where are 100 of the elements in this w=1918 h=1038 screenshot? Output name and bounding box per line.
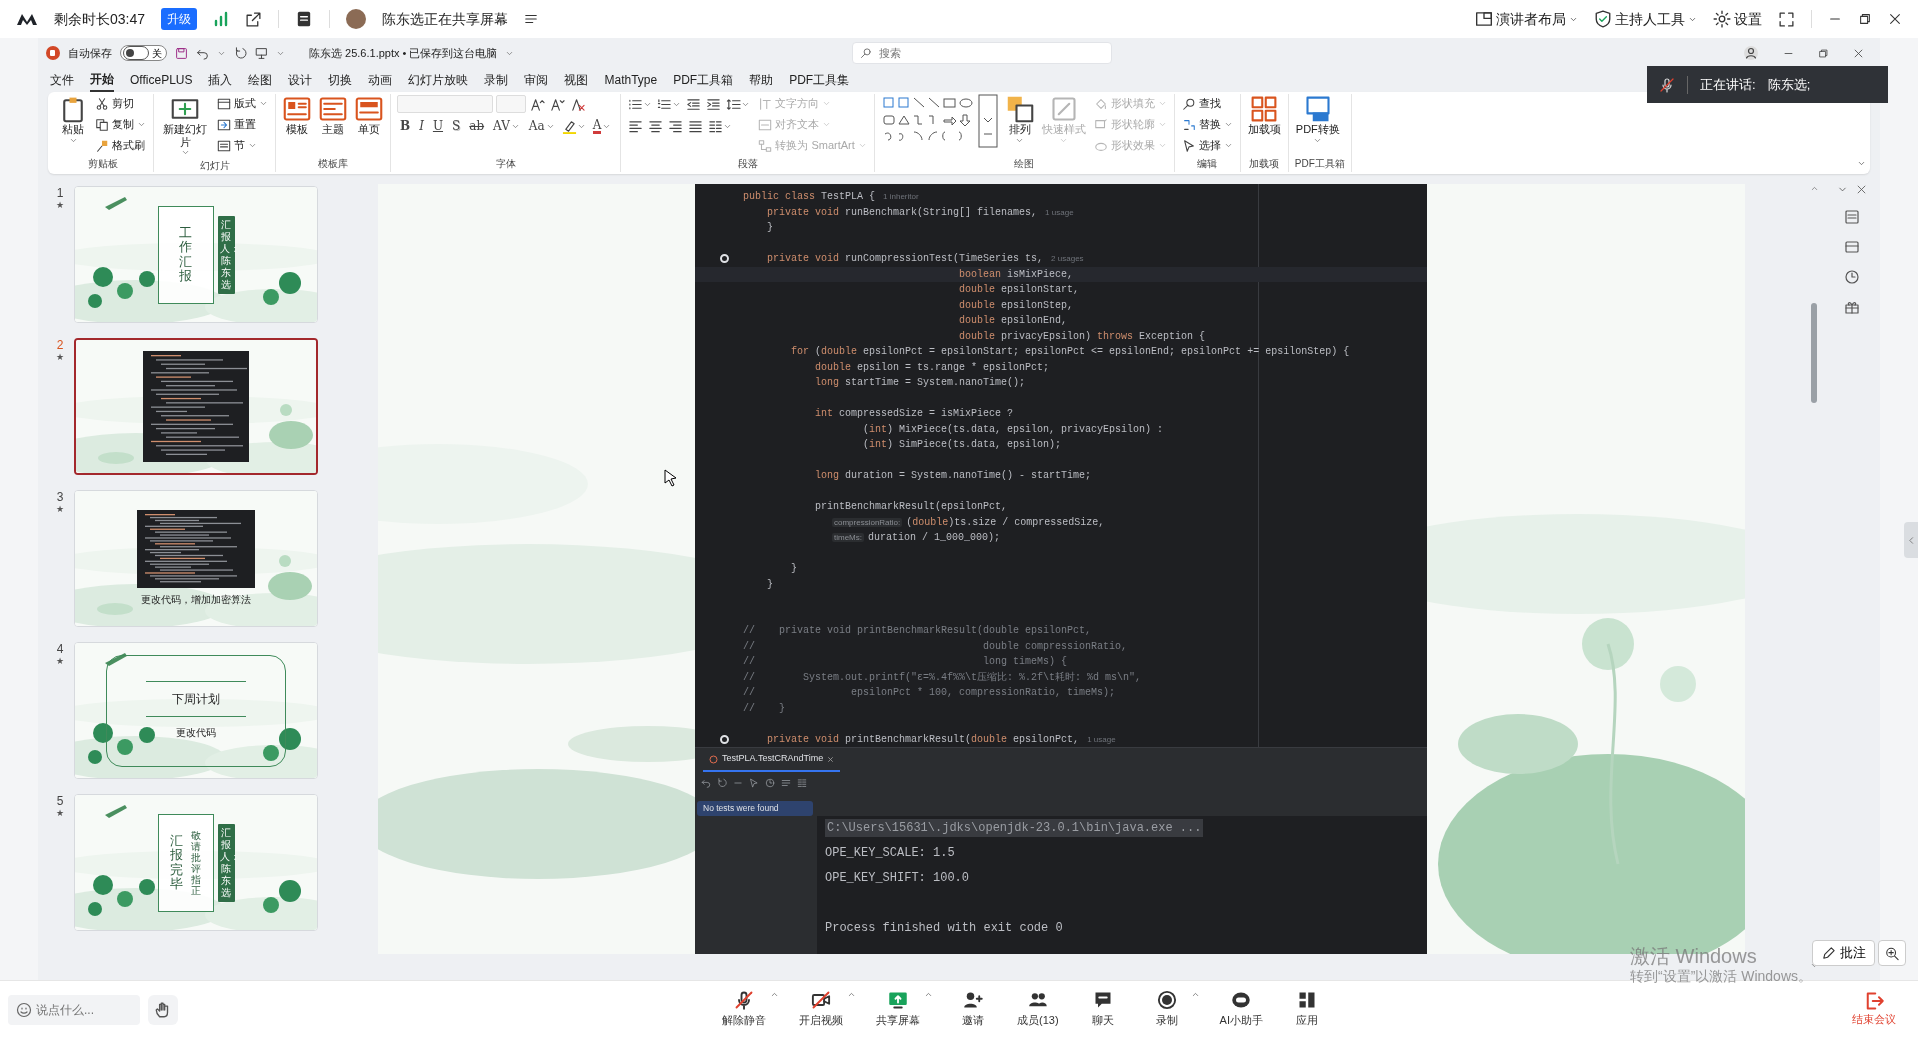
format-button[interactable]: AV: [490, 116, 523, 136]
ribbon-tab[interactable]: 插入: [208, 69, 233, 91]
toolbar-button[interactable]: 主持人工具: [1594, 8, 1697, 30]
ribbon-button[interactable]: 模板: [282, 94, 312, 137]
ribbon-button[interactable]: 主题: [318, 94, 348, 137]
meeting-button[interactable]: 录制: [1142, 990, 1191, 1029]
annotate-button[interactable]: 批注: [1812, 940, 1875, 966]
ribbon-tab[interactable]: OfficePLUS: [130, 69, 193, 91]
code-line: for (double epsilonPct = epsilonStart; epsilonPct <= epsilonEnd; epsilonPct += epsilonStep) {: [790, 345, 1351, 359]
close-icon[interactable]: [827, 755, 835, 763]
smartart-icon: [758, 138, 773, 153]
animation-label: ★: [55, 200, 65, 212]
ribbon-tab[interactable]: 审阅: [524, 69, 549, 91]
run-tab[interactable]: TestPLA.TestCRAndTime: [703, 748, 841, 772]
toolbar-button[interactable]: 设置: [1713, 8, 1762, 30]
justify-icon: [688, 118, 704, 134]
group-label: 编辑: [1196, 157, 1219, 171]
ribbon-button[interactable]: 格式刷: [94, 136, 146, 155]
ribbon-tab[interactable]: 切换: [328, 69, 353, 91]
raise-hand-button[interactable]: [148, 994, 178, 1025]
ribbon-tab[interactable]: 绘图: [248, 69, 273, 91]
meeting-button[interactable]: 解除静音: [718, 990, 770, 1029]
ribbon-tab[interactable]: 设计: [288, 69, 313, 91]
format-button[interactable]: S: [449, 116, 464, 136]
ribbon-tab[interactable]: 录制: [484, 69, 509, 91]
ribbon-tab[interactable]: MathType: [604, 69, 658, 91]
code-line: long startTime = System.nanoTime();: [814, 376, 1027, 390]
restore-icon: [1858, 12, 1872, 26]
search-field[interactable]: 搜索: [852, 42, 1113, 64]
align-center-icon: [648, 118, 664, 134]
format-button[interactable]: B: [397, 116, 414, 136]
test-tree-item[interactable]: No tests were found: [697, 801, 813, 816]
format-button[interactable]: ab: [466, 116, 488, 136]
autosave-label: 自动保存: [68, 45, 112, 61]
indent-icon: [706, 96, 722, 112]
run-config-icon: [709, 754, 718, 764]
code-line: // private void printBenchmarkResult(double epsilonPct,: [742, 624, 1093, 638]
panel-b-icon: [1844, 239, 1860, 255]
slide-thumbnail[interactable]: 更改代码，增加加密算法: [74, 490, 318, 627]
meeting-button[interactable]: AI小助手: [1215, 990, 1267, 1029]
ribbon-button[interactable]: 新建幻灯片: [160, 94, 210, 159]
meeting-button[interactable]: 聊天: [1078, 990, 1127, 1029]
meeting-button[interactable]: 成员(13): [1013, 990, 1063, 1029]
ribbon-tab[interactable]: 帮助: [749, 69, 774, 91]
group-label: 剪贴板: [86, 157, 119, 171]
slide-thumbnail[interactable]: 下周计划 更改代码: [74, 642, 318, 779]
file-title: 陈东选 25.6.1.pptx • 已保存到这台电脑: [309, 45, 498, 61]
end-meeting-button[interactable]: 结束会议: [1846, 990, 1902, 1029]
ribbon-button[interactable]: 粘贴: [58, 94, 88, 146]
presenter-icon: [255, 46, 268, 60]
ribbon-button[interactable]: 单页: [354, 94, 384, 137]
toolbar-button[interactable]: 演讲者布局: [1475, 8, 1578, 30]
animation-label: ★: [55, 504, 65, 516]
ribbon-tab[interactable]: 动画: [368, 69, 393, 91]
format-button[interactable]: Aa: [525, 116, 558, 136]
select-icon: [1181, 138, 1196, 153]
slide-number: 3: [56, 490, 64, 505]
ribbon-button[interactable]: 重置: [216, 115, 257, 134]
ribbon-button[interactable]: 复制: [94, 115, 147, 134]
ribbon-tab[interactable]: 文件: [50, 69, 74, 91]
exit-icon: [1864, 991, 1884, 1012]
undo-icon: [701, 778, 711, 788]
meeting-button[interactable]: 共享屏幕: [872, 990, 924, 1029]
chat-input[interactable]: 说点什么...: [8, 994, 140, 1025]
ribbon-button[interactable]: 排列: [1004, 94, 1035, 146]
slide-number: 2: [56, 338, 64, 353]
meeting-button[interactable]: 邀请: [949, 990, 997, 1029]
page-icon: [355, 95, 383, 123]
format-button[interactable]: A: [589, 116, 615, 136]
ribbon-button[interactable]: PDF转换: [1294, 94, 1341, 146]
code-line: long duration = System.nanoTime() - startTime;: [814, 469, 1093, 483]
shapes-gallery[interactable]: [880, 94, 999, 148]
slide-title: 工作汇报: [179, 225, 192, 284]
ribbon-tab[interactable]: PDF工具集: [789, 69, 850, 91]
scrollbar-thumb[interactable]: [1811, 303, 1817, 403]
ribbon-button[interactable]: 查找: [1180, 94, 1222, 113]
format-button[interactable]: I: [416, 116, 427, 136]
ribbon-button[interactable]: 剪切: [94, 94, 135, 113]
meeting-button[interactable]: 开启视频: [795, 990, 847, 1029]
list-icon: [781, 778, 791, 788]
ribbon-button[interactable]: 选择: [1180, 136, 1234, 155]
slide-title: 下周计划: [172, 691, 220, 708]
code-line: }: [766, 577, 774, 592]
ribbon-button[interactable]: 加载项: [1246, 94, 1282, 137]
ribbon-tab[interactable]: 视图: [564, 69, 589, 91]
numbering-icon: [657, 96, 673, 112]
meeting-button[interactable]: 应用: [1282, 990, 1331, 1029]
ribbon-button[interactable]: 节: [216, 136, 258, 155]
zoom-button[interactable]: [1878, 940, 1906, 966]
upgrade-button[interactable]: 升级: [161, 8, 198, 30]
clock-icon: [765, 778, 775, 788]
ribbon-tab[interactable]: 幻灯片放映: [408, 69, 469, 91]
ribbon-button[interactable]: 替换: [1180, 115, 1234, 134]
ribbon-tab[interactable]: PDF工具箱: [673, 69, 734, 91]
format-button[interactable]: U: [429, 116, 447, 136]
autosave-toggle[interactable]: 关: [120, 45, 167, 61]
list-icon: [524, 12, 539, 26]
clock-icon: [1844, 269, 1860, 285]
ribbon-button[interactable]: 版式: [216, 94, 269, 113]
align-right-icon: [668, 118, 684, 134]
